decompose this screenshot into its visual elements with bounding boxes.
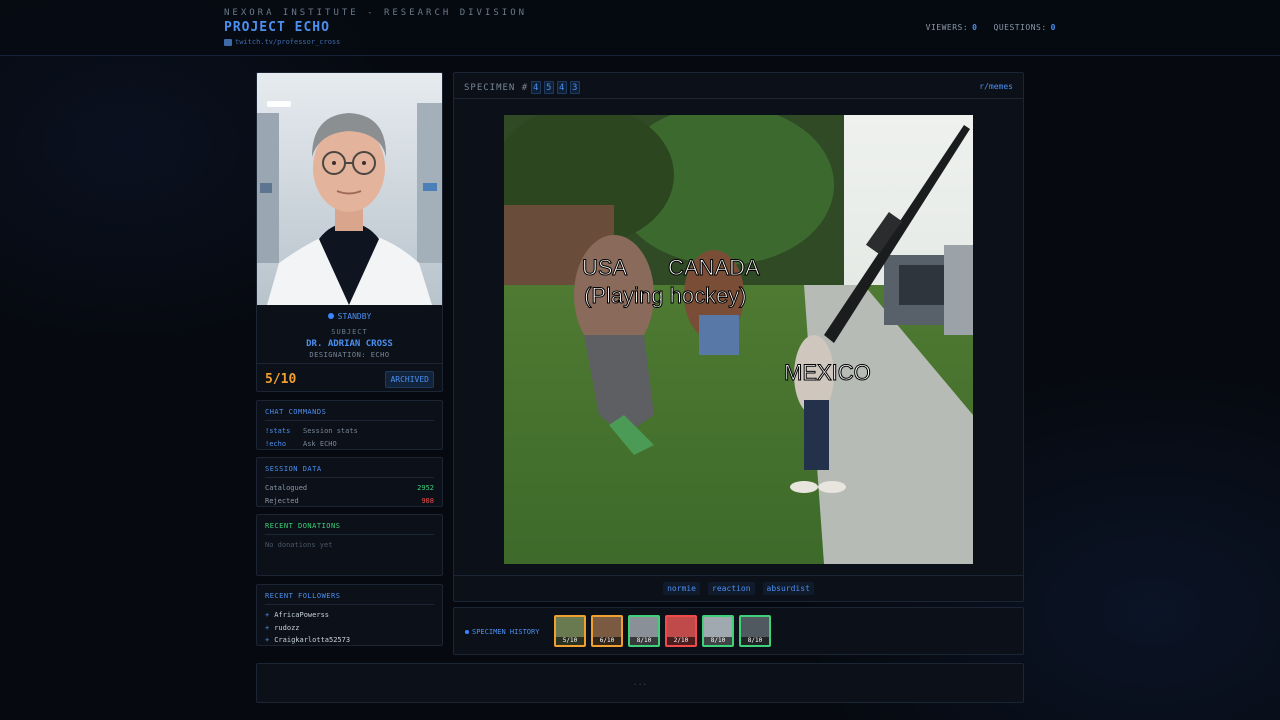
rejected-row: Rejected 908	[265, 495, 434, 508]
meme-image: USA CANADA (Playing hockey) MEXICO	[504, 115, 973, 564]
specimen-label: SPECIMEN #	[464, 82, 529, 93]
command-row: !echo Ask ECHO	[265, 438, 434, 451]
stream-stats: VIEWERS: 0 QUESTIONS: 0	[926, 23, 1056, 32]
top-bar: NEXORA INSTITUTE - RESEARCH DIVISION PRO…	[0, 0, 1280, 56]
status-text: STANDBY	[337, 312, 372, 321]
divider	[257, 363, 442, 364]
viewers-count: 0	[972, 23, 978, 32]
follower-name: Craigkarlotta52573	[274, 636, 351, 644]
org-name: NEXORA INSTITUTE - RESEARCH DIVISION	[224, 8, 528, 18]
questions-stat: QUESTIONS: 0	[994, 23, 1057, 32]
meme-caption-usa: USA	[582, 255, 628, 280]
history-score: 6/10	[593, 637, 621, 645]
twitch-icon	[224, 38, 232, 46]
history-thumbnail[interactable]: 5/10	[554, 615, 586, 647]
history-thumbnail[interactable]: 8/10	[702, 615, 734, 647]
status-indicator: STANDBY	[257, 312, 442, 321]
history-label-text: SPECIMEN HISTORY	[472, 628, 540, 636]
bottom-bar: ...	[256, 663, 1024, 703]
specimen-panel: SPECIMEN # 4 5 4 3 r/memes USA CANADA (P…	[453, 72, 1024, 602]
donations-panel: RECENT DONATIONS No donations yet	[256, 514, 443, 576]
viewers-label: VIEWERS:	[925, 23, 969, 32]
plus-icon: +	[265, 611, 270, 619]
specimen-digit: 4	[531, 81, 542, 94]
followers-title: RECENT FOLLOWERS	[265, 592, 434, 605]
specimen-number: SPECIMEN # 4 5 4 3	[464, 81, 581, 94]
plus-icon: +	[265, 636, 270, 644]
bottom-placeholder: ...	[632, 678, 648, 687]
history-score: 8/10	[741, 637, 769, 645]
catalogued-value: 2952	[417, 484, 434, 492]
history-dot-icon	[465, 630, 469, 634]
session-data-panel: SESSION DATA Catalogued 2952 Rejected 90…	[256, 457, 443, 507]
command-name: !echo	[265, 440, 287, 448]
channel-link[interactable]: twitch.tv/professor_cross	[224, 38, 340, 46]
meme-caption-mexico: MEXICO	[784, 360, 871, 385]
follower-item: + rudozz	[265, 622, 434, 635]
rejected-value: 908	[421, 497, 434, 505]
command-name: !stats	[265, 427, 291, 435]
subject-name: DR. ADRIAN CROSS	[306, 339, 393, 349]
subject-designation: DESIGNATION: ECHO	[309, 351, 390, 359]
chat-commands-panel: CHAT COMMANDS !stats Session stats !echo…	[256, 400, 443, 450]
history-score: 8/10	[704, 637, 732, 645]
history-thumbnail[interactable]: 6/10	[591, 615, 623, 647]
command-desc: Session stats	[303, 427, 358, 435]
session-data-title: SESSION DATA	[265, 465, 434, 478]
command-desc: Ask ECHO	[303, 440, 337, 448]
meme-caption-sub: (Playing hockey)	[584, 283, 747, 308]
history-thumbnail[interactable]: 8/10	[628, 615, 660, 647]
archived-badge[interactable]: ARCHIVED	[385, 371, 434, 388]
viewers-stat: VIEWERS: 0	[926, 23, 978, 32]
tag-item[interactable]: reaction	[708, 582, 755, 595]
followers-panel: RECENT FOLLOWERS + AfricaPowerss + rudozz …	[256, 584, 443, 646]
history-thumbnail[interactable]: 8/10	[739, 615, 771, 647]
channel-url[interactable]: twitch.tv/professor_cross	[235, 38, 340, 46]
meme-caption-canada: CANADA	[668, 255, 760, 280]
tag-item[interactable]: normie	[663, 582, 700, 595]
subreddit-link[interactable]: r/memes	[979, 82, 1013, 91]
specimen-history-panel: SPECIMEN HISTORY 5/10 6/10 8/10 2/10 8/10 8/1…	[453, 607, 1024, 655]
history-thumbnail[interactable]: 2/10	[665, 615, 697, 647]
follower-name: AfricaPowerss	[274, 611, 330, 619]
catalogued-row: Catalogued 2952	[265, 482, 434, 495]
questions-count: 0	[1050, 23, 1056, 32]
chat-commands-title: CHAT COMMANDS	[265, 408, 434, 421]
specimen-digit: 5	[544, 81, 555, 94]
follower-item: + AfricaPowerss	[265, 609, 434, 622]
donations-title: RECENT DONATIONS	[265, 522, 434, 535]
tag-item[interactable]: absurdist	[762, 582, 814, 595]
history-score: 8/10	[630, 637, 658, 645]
follower-item: + Craigkarlotta52573	[265, 634, 434, 647]
rejected-label: Rejected	[265, 497, 299, 505]
history-score: 5/10	[556, 637, 584, 645]
questions-label: QUESTIONS:	[993, 23, 1047, 32]
catalogued-label: Catalogued	[265, 484, 308, 492]
history-thumbnails: 5/10 6/10 8/10 2/10 8/10 8/10	[554, 615, 771, 647]
specimen-digit: 4	[557, 81, 568, 94]
current-score: 5/10	[265, 372, 297, 387]
history-score: 2/10	[667, 637, 695, 645]
status-dot-icon	[327, 313, 334, 319]
specimen-digit: 3	[570, 81, 581, 94]
history-label: SPECIMEN HISTORY	[465, 628, 539, 636]
tag-list: normie reaction absurdist	[454, 575, 1023, 601]
command-row: !stats Session stats	[265, 425, 434, 438]
subject-label: SUBJECT	[331, 328, 368, 336]
donations-empty: No donations yet	[265, 541, 333, 549]
page-title: PROJECT ECHO	[224, 20, 330, 35]
profile-card: STANDBY SUBJECT DR. ADRIAN CROSS DESIGNA…	[256, 72, 443, 392]
subject-portrait	[257, 73, 442, 305]
plus-icon: +	[265, 623, 270, 632]
follower-name: rudozz	[274, 623, 300, 632]
specimen-header: SPECIMEN # 4 5 4 3 r/memes	[454, 73, 1023, 99]
